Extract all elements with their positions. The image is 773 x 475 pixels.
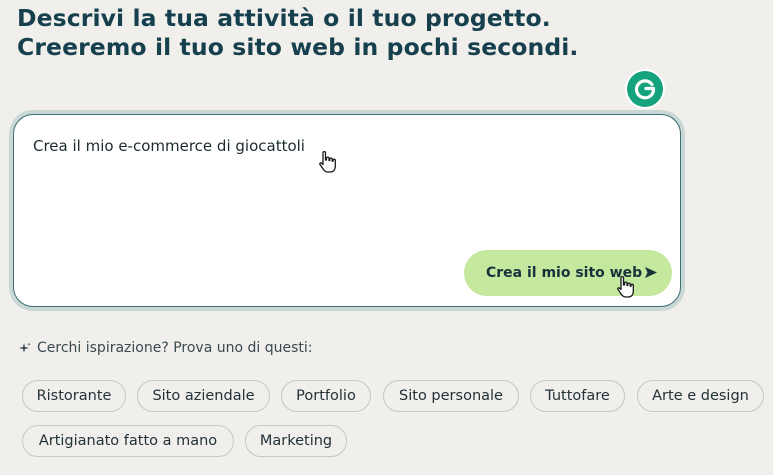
- hand-pointer-icon: [319, 150, 336, 173]
- inspiration-label: Cerchi ispirazione? Prova uno di questi:: [37, 340, 313, 356]
- sparkle-icon: [19, 342, 31, 353]
- chip-arte-e-design[interactable]: Arte e design: [637, 380, 764, 412]
- headline-line-2: Creeremo il tuo sito web in pochi second…: [17, 33, 579, 61]
- chip-marketing[interactable]: Marketing: [245, 425, 347, 457]
- chip-portfolio[interactable]: Portfolio: [281, 380, 371, 412]
- chip-artigianato[interactable]: Artigianato fatto a mano: [22, 425, 234, 457]
- grammarly-icon[interactable]: [627, 71, 663, 107]
- chip-sito-aziendale[interactable]: Sito aziendale: [137, 380, 270, 412]
- grammarly-g-icon: [634, 79, 656, 100]
- prompt-input-box[interactable]: Crea il mio e-commerce di giocattoli Cre…: [13, 114, 681, 307]
- headline-line-1: Descrivi la tua attività o il tuo proget…: [17, 4, 551, 32]
- prompt-input-text[interactable]: Crea il mio e-commerce di giocattoli: [33, 137, 305, 155]
- chip-tuttofare[interactable]: Tuttofare: [530, 380, 625, 412]
- chip-ristorante[interactable]: Ristorante: [22, 380, 126, 412]
- inspiration-hint: Cerchi ispirazione? Prova uno di questi:: [18, 340, 313, 356]
- hand-pointer-icon: [617, 275, 634, 298]
- chip-sito-personale[interactable]: Sito personale: [383, 380, 519, 412]
- create-website-button[interactable]: Crea il mio sito web: [464, 250, 672, 298]
- page-headline: Descrivi la tua attività o il tuo proget…: [17, 4, 578, 62]
- send-arrow-icon: [645, 267, 657, 278]
